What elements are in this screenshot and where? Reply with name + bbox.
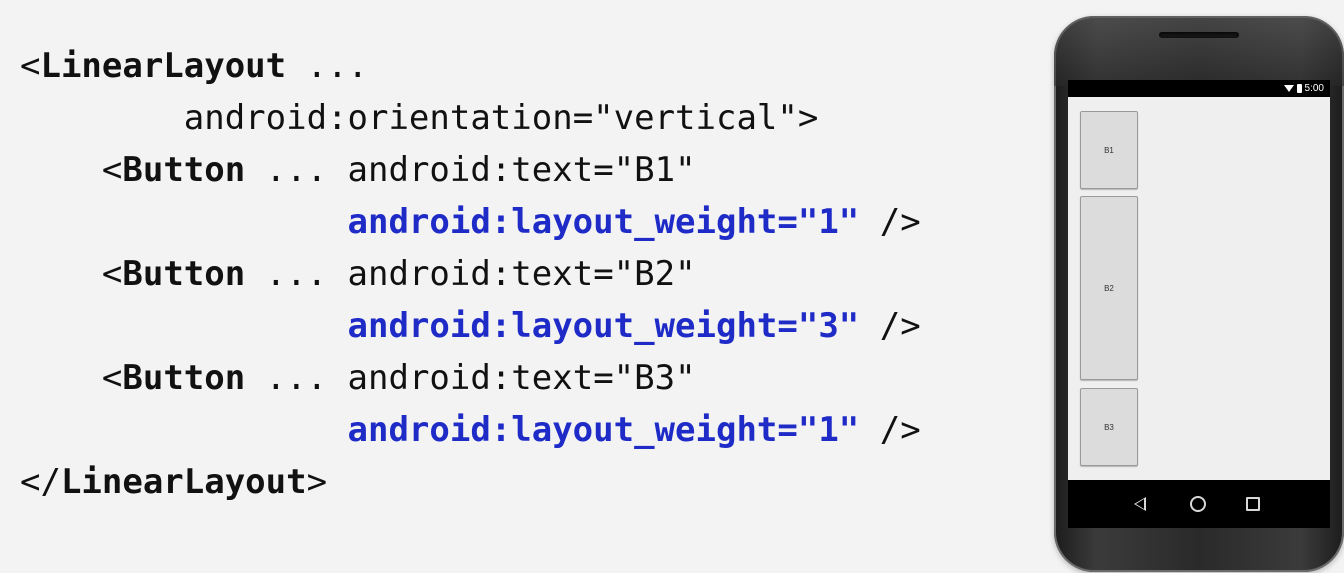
- code-line: <Button ... android:text="B1": [20, 144, 1020, 196]
- code-line: <Button ... android:text="B3": [20, 352, 1020, 404]
- button-b2[interactable]: B2: [1080, 196, 1138, 380]
- back-icon[interactable]: [1134, 497, 1146, 511]
- status-time: 5:00: [1304, 83, 1324, 94]
- code-token: />: [859, 306, 921, 346]
- code-token: />: [859, 410, 921, 450]
- button-b1[interactable]: B1: [1080, 111, 1138, 189]
- code-line: android:orientation="vertical">: [20, 92, 1020, 144]
- recents-icon[interactable]: [1246, 497, 1260, 511]
- code-highlight-token: android:layout_weight="3": [347, 306, 860, 346]
- linear-layout: B1 B2 B3: [1068, 97, 1330, 480]
- code-highlight-token: android:layout_weight="1": [347, 410, 860, 450]
- code-snippet: <LinearLayout ... android:orientation="v…: [20, 40, 1020, 508]
- button-b2-label: B2: [1104, 283, 1114, 293]
- code-token: ... android:text="B3": [245, 358, 696, 398]
- code-token: >: [306, 462, 328, 502]
- code-keyword-token: Button: [122, 254, 246, 294]
- code-keyword-token: Button: [122, 358, 246, 398]
- code-keyword-token: LinearLayout: [40, 46, 287, 86]
- status-bar: 5:00: [1068, 80, 1330, 97]
- code-line: android:layout_weight="1" />: [20, 196, 1020, 248]
- code-token: <: [20, 46, 41, 86]
- code-token: />: [859, 202, 921, 242]
- home-icon[interactable]: [1190, 496, 1206, 512]
- code-token: <: [101, 150, 123, 190]
- button-b3[interactable]: B3: [1080, 388, 1138, 466]
- code-token: ... android:text="B2": [245, 254, 696, 294]
- speaker-grille: [1159, 32, 1239, 38]
- code-line: android:layout_weight="3" />: [20, 300, 1020, 352]
- code-token: </: [20, 462, 61, 502]
- code-token: ...: [286, 46, 369, 86]
- code-highlight-token: android:layout_weight="1": [347, 202, 860, 242]
- code-line: </LinearLayout>: [20, 456, 1020, 508]
- wifi-icon: [1283, 85, 1294, 92]
- phone-top-bezel: [1054, 16, 1344, 86]
- code-line: android:layout_weight="1" />: [20, 404, 1020, 456]
- navigation-bar: [1068, 480, 1330, 528]
- code-token: ... android:text="B1": [245, 150, 696, 190]
- button-b3-label: B3: [1104, 422, 1114, 432]
- status-icons: 5:00: [1283, 80, 1324, 97]
- code-line: <Button ... android:text="B2": [20, 248, 1020, 300]
- battery-icon: [1296, 84, 1302, 93]
- code-token: <: [101, 358, 123, 398]
- code-line: <LinearLayout ...: [20, 40, 1020, 92]
- code-token: android:orientation="vertical">: [183, 98, 819, 138]
- code-token: <: [101, 254, 123, 294]
- phone-screen: 5:00 B1 B2 B3: [1068, 80, 1330, 528]
- button-b1-label: B1: [1104, 145, 1114, 155]
- phone-mockup: 5:00 B1 B2 B3: [1054, 16, 1344, 572]
- code-keyword-token: Button: [122, 150, 246, 190]
- code-keyword-token: LinearLayout: [60, 462, 307, 502]
